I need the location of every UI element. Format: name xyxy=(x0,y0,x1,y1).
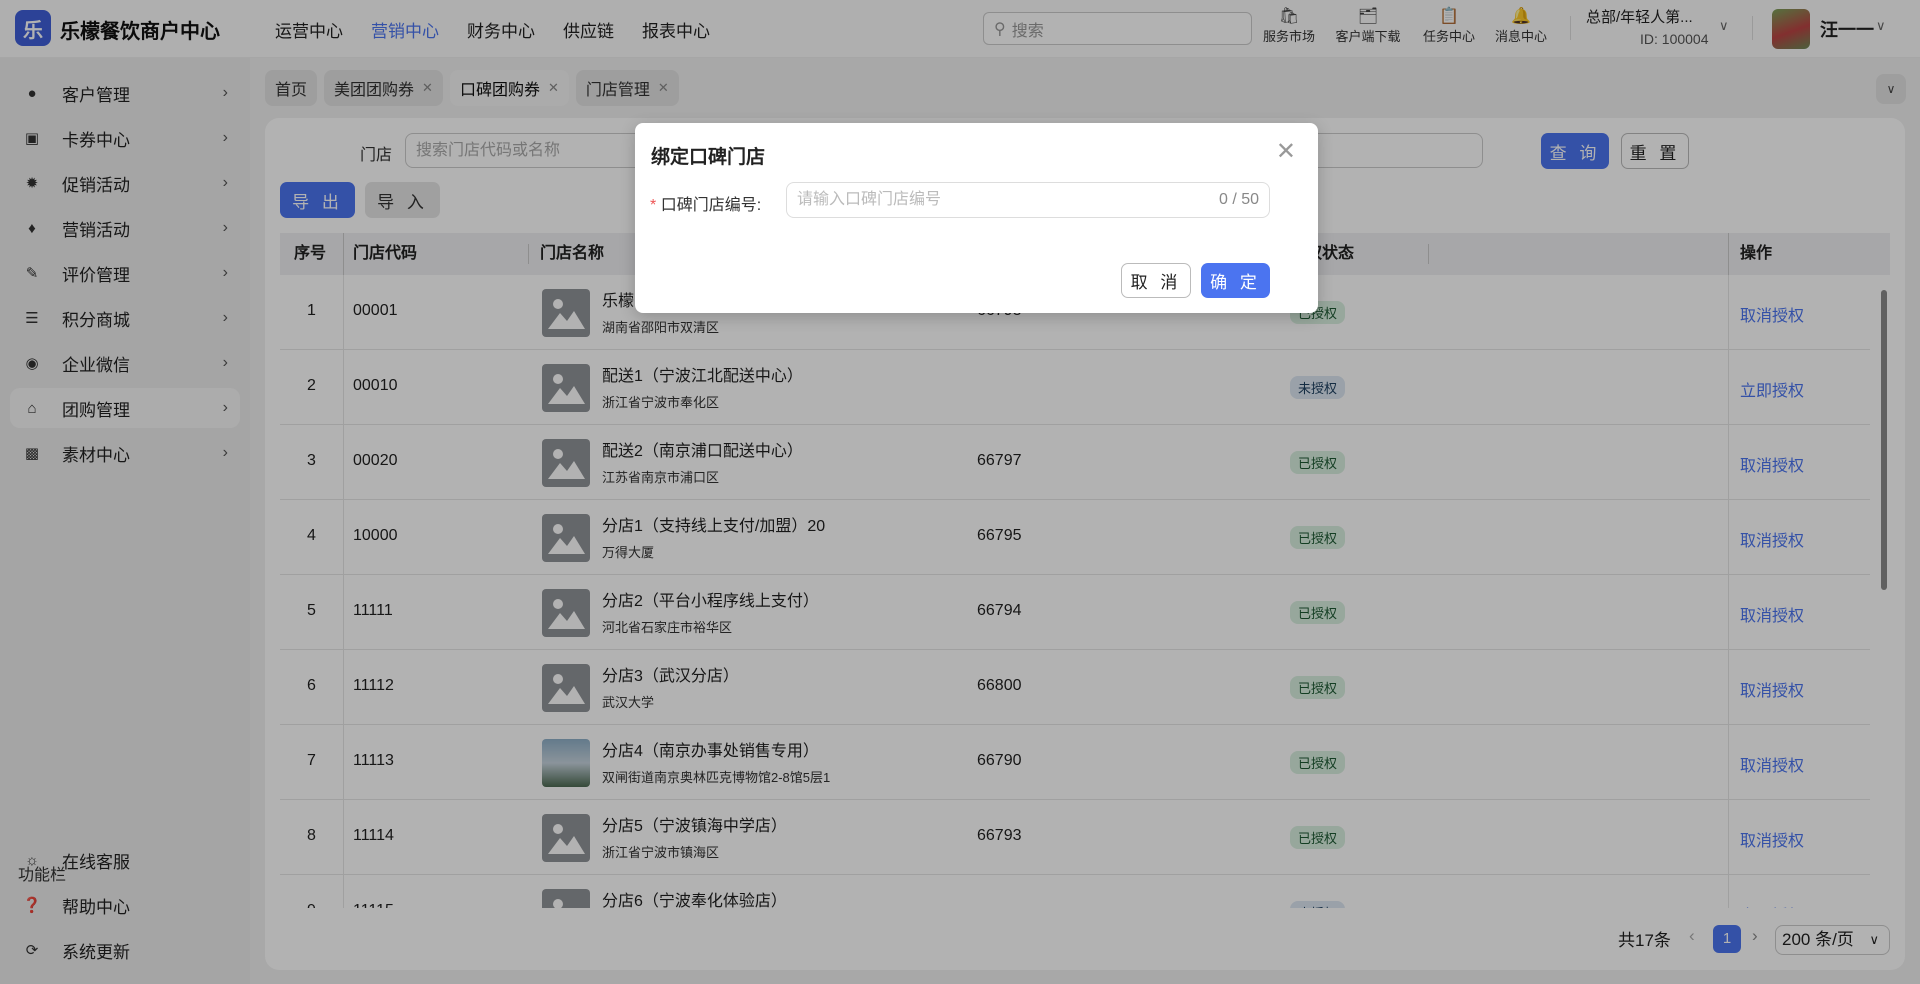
input-placeholder: 请输入口碑门店编号 xyxy=(797,191,942,208)
bind-koubei-store-dialog: 绑定口碑门店 ✕ * 口碑门店编号: 请输入口碑门店编号 0 / 50 取 消 确… xyxy=(635,123,1318,313)
koubei-store-no-label: * 口碑门店编号: xyxy=(650,191,761,215)
required-mark: * xyxy=(650,197,657,214)
confirm-button[interactable]: 确 定 xyxy=(1201,263,1270,298)
label-text: 口碑门店编号: xyxy=(660,197,762,214)
koubei-store-no-input[interactable]: 请输入口碑门店编号 0 / 50 xyxy=(786,182,1270,218)
close-icon[interactable]: ✕ xyxy=(1276,137,1296,166)
char-count: 0 / 50 xyxy=(1218,191,1259,208)
dialog-title: 绑定口碑门店 xyxy=(651,147,766,168)
cancel-button[interactable]: 取 消 xyxy=(1121,263,1191,298)
